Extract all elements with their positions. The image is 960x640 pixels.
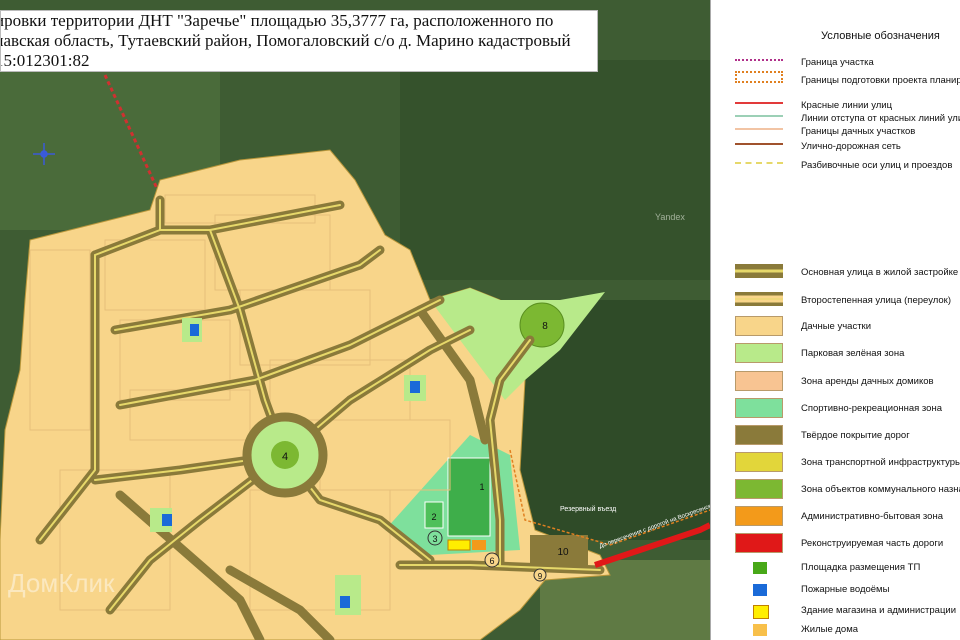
- legend-fill-item: Реконструируемая часть дороги: [711, 533, 960, 555]
- label-reserve-entry: Резервный въезд: [560, 505, 616, 513]
- legend-fill-label: Парковая зелёная зона: [801, 348, 905, 359]
- admin-building: [447, 539, 471, 551]
- legend-fill-label: Реконструируемая часть дороги: [801, 538, 944, 549]
- legend-fill-symbol: [735, 425, 783, 445]
- title-line-2: лавская область, Тутаевский район, Помог…: [0, 31, 571, 50]
- legend-fill-symbol: [735, 506, 783, 526]
- legend-fill-label: Зона объектов коммунального назна: [801, 484, 960, 495]
- legend-line-label: Границы дачных участков: [801, 126, 916, 137]
- legend-title: Условные обозначения: [821, 30, 940, 42]
- legend-line-symbol: [735, 59, 783, 61]
- legend-line-item: Разбивочные оси улиц и проездов: [711, 156, 960, 178]
- title-line-3: 15:012301:82: [0, 51, 90, 70]
- label-sport-2: 2: [431, 512, 436, 522]
- label-yandex: Yandex: [655, 212, 685, 222]
- admin-zone: [472, 540, 486, 550]
- legend-fill-symbol: [753, 605, 769, 619]
- legend-fill-item: Площадка размещения ТП: [711, 560, 960, 582]
- legend-fill-symbol: [735, 479, 783, 499]
- legend-fill-label: Зона аренды дачных домиков: [801, 376, 934, 387]
- legend-fill-symbol: [753, 562, 767, 574]
- legend-fill-symbol: [735, 292, 783, 306]
- legend-fill-item: Зона объектов коммунального назна: [711, 479, 960, 501]
- legend-fill-item: Основная улица в жилой застройке: [711, 262, 960, 284]
- legend-fill-item: Зона аренды дачных домиков: [711, 371, 960, 393]
- legend-fill-item: Жилые дома: [711, 622, 960, 640]
- legend-fill-label: Спортивно-рекреационная зона: [801, 403, 942, 414]
- legend-fill-symbol: [735, 343, 783, 363]
- legend-line-item: Границы подготовки проекта планир: [711, 71, 960, 93]
- legend-line-symbol: [735, 128, 783, 130]
- legend-fill-symbol: [735, 452, 783, 472]
- legend-line-symbol: [735, 162, 783, 164]
- label-sport-3: 3: [432, 534, 437, 544]
- label-circle-4: 4: [282, 451, 288, 463]
- legend-fill-item: Пожарные водоёмы: [711, 582, 960, 604]
- site-plan-map[interactable]: 4 8 6 9 10 1 2 3 Резервный въезд До пере…: [0, 0, 710, 640]
- legend-fill-item: Второстепенная улица (переулок): [711, 290, 960, 312]
- legend-fill-item: Твёрдое покрытие дорог: [711, 425, 960, 447]
- legend-line-symbol: [735, 143, 783, 145]
- label-sport-1: 1: [479, 482, 484, 492]
- legend-fill-item: Зона транспортной инфраструктуры: [711, 452, 960, 474]
- forest-patch: [400, 60, 710, 280]
- legend-fill-label: Пожарные водоёмы: [801, 584, 890, 595]
- legend-fill-label: Административно-бытовая зона: [801, 511, 943, 522]
- legend-fill-item: Парковая зелёная зона: [711, 343, 960, 365]
- label-circle-6: 6: [489, 556, 494, 566]
- legend-fill-symbol: [735, 264, 783, 278]
- legend-fill-label: Зона транспортной инфраструктуры: [801, 457, 960, 468]
- legend-fill-symbol: [735, 398, 783, 418]
- legend-fill-symbol: [753, 584, 767, 596]
- legend-fill-label: Жилые дома: [801, 624, 859, 635]
- title-line-1: ировки территории ДНТ "Заречье" площадью…: [0, 11, 554, 30]
- football-field: [447, 457, 491, 537]
- legend-fill-label: Второстепенная улица (переулок): [801, 295, 951, 306]
- label-circle-9: 9: [538, 572, 543, 581]
- legend-fill-label: Площадка размещения ТП: [801, 562, 921, 573]
- legend-line-symbol: [735, 115, 783, 117]
- legend-line-label: Разбивочные оси улиц и проездов: [801, 160, 953, 171]
- label-circle-8: 8: [542, 321, 548, 332]
- legend-fill-symbol: [735, 371, 783, 391]
- legend-fill-symbol: [753, 624, 767, 636]
- legend-line-symbol: [735, 71, 783, 83]
- legend-fill-symbol: [735, 533, 783, 553]
- legend-line-symbol: [735, 102, 783, 104]
- label-box-10: 10: [557, 547, 569, 558]
- legend-fill-label: Твёрдое покрытие дорог: [801, 430, 910, 441]
- legend-line-label: Граница участка: [801, 57, 874, 68]
- legend-fill-item: Административно-бытовая зона: [711, 506, 960, 528]
- legend-line-label: Улично-дорожная сеть: [801, 141, 901, 152]
- legend-fill-label: Дачные участки: [801, 321, 872, 332]
- legend-fill-item: Дачные участки: [711, 316, 960, 338]
- legend-line-label: Границы подготовки проекта планир: [801, 75, 960, 86]
- legend-fill-label: Основная улица в жилой застройке: [801, 267, 959, 278]
- legend-fill-label: Здание магазина и администрации: [801, 605, 957, 616]
- legend-panel: Условные обозначения Граница участка Гран…: [710, 0, 960, 640]
- legend-fill-item: Спортивно-рекреационная зона: [711, 398, 960, 420]
- title-box: ировки территории ДНТ "Заречье" площадью…: [0, 10, 598, 72]
- legend-fill-symbol: [735, 316, 783, 336]
- label-watermark: ДомКлик: [8, 568, 115, 598]
